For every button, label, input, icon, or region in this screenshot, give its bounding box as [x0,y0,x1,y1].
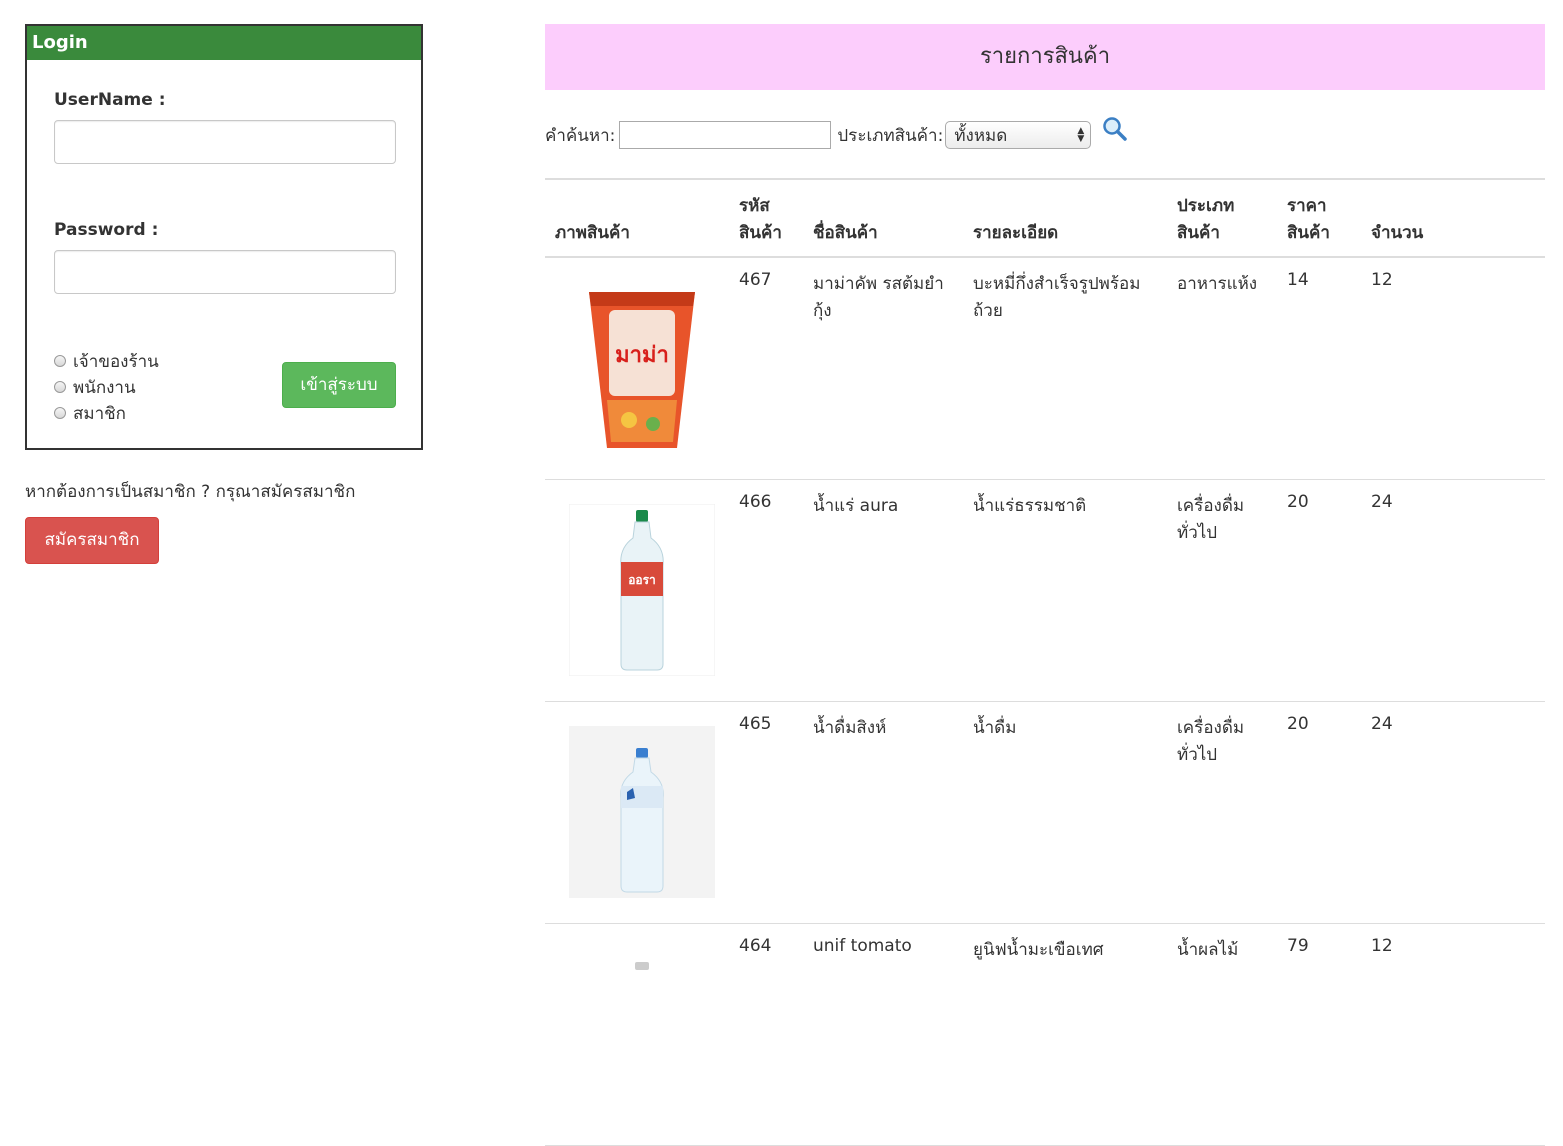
register-prompt: หากต้องการเป็นสมาชิก ? กรุณาสมัครสมาชิก [25,482,356,502]
table-row: ออรา 466 น้ำแร่ aura น้ำแร่ธรรมชาติ เครื… [545,479,1545,702]
bottle-label: ออรา [628,573,656,587]
product-image-cell: ออรา [545,479,729,702]
product-image-cell: มาม่า [545,257,729,480]
product-name: น้ำแร่ aura [803,479,963,702]
login-panel: Login UserName : Password : เจ้าของร้าน … [25,24,423,450]
product-category: เครื่องดื่มทั่วไป [1167,479,1277,702]
product-image-cell [545,923,729,1146]
table-row: 464 unif tomato ยูนิฟน้ำมะเขือเทศ น้ำผลไ… [545,923,1545,1146]
water-bottle-image: ออรา [568,503,716,676]
product-name: น้ำดื่มสิงห์ [803,701,963,924]
product-qty: 24 [1361,479,1545,702]
column-header: ภาพสินค้า [545,178,729,258]
product-qty: 12 [1361,257,1545,480]
column-header: รหัส สินค้า [729,178,803,258]
product-id: 467 [729,257,803,480]
username-label: UserName : [54,90,166,110]
svg-text:มาม่า: มาม่า [615,343,669,368]
category-selected: ทั้งหมด [954,125,1008,146]
password-label: Password : [54,220,159,240]
search-icon[interactable] [1101,115,1129,148]
username-input[interactable] [54,120,396,164]
login-header: Login [27,26,421,60]
product-detail: ยูนิฟน้ำมะเขือเทศ [963,923,1167,1146]
product-id: 464 [729,923,803,1146]
login-button[interactable]: เข้าสู่ระบบ [282,362,396,408]
column-header: ราคาสินค้า [1277,178,1361,258]
select-arrows-icon: ▲ ▼ [1077,126,1085,144]
product-price: 14 [1277,257,1361,480]
product-category: น้ำผลไม้ [1167,923,1277,1146]
search-label: คำค้นหา: [545,125,616,146]
column-header: รายละเอียด [963,178,1167,258]
radio-button[interactable] [54,355,66,367]
column-header: ประเภทสินค้า [1167,178,1277,258]
product-image-cell [545,701,729,924]
search-bar: คำค้นหา: ประเภทสินค้า: ทั้งหมด ▲ ▼ [545,115,1129,152]
water-bottle-image [569,725,715,898]
juice-image [569,948,715,1120]
register-button[interactable]: สมัครสมาชิก [25,517,159,564]
column-header: ชื่อสินค้า [803,178,963,258]
noodle-cup-image: มาม่า [569,282,715,454]
category-label: ประเภทสินค้า: [837,125,944,146]
product-price: 79 [1277,923,1361,1146]
products-table: ภาพสินค้า รหัส สินค้า ชื่อสินค้า รายละเอ… [545,178,1545,1146]
category-select[interactable]: ทั้งหมด ▲ ▼ [945,121,1092,149]
table-header-row: ภาพสินค้า รหัส สินค้า ชื่อสินค้า รายละเอ… [545,178,1545,258]
search-input[interactable] [619,121,832,149]
page-title: รายการสินค้า [545,24,1545,90]
product-qty: 24 [1361,701,1545,924]
role-radio-group: เจ้าของร้าน พนักงาน สมาชิก [54,348,159,426]
product-detail: บะหมี่กึ่งสำเร็จรูปพร้อมถ้วย [963,257,1167,480]
role-label: เจ้าของร้าน [73,351,159,372]
product-qty: 12 [1361,923,1545,1146]
product-name: มาม่าคัพ รสต้มยำกุ้ง [803,257,963,480]
radio-button[interactable] [54,407,66,419]
product-name: unif tomato [803,923,963,1146]
product-category: อาหารแห้ง [1167,257,1277,480]
role-option-owner[interactable]: เจ้าของร้าน [54,348,159,374]
column-header: จำนวน [1361,178,1545,258]
product-id: 466 [729,479,803,702]
role-label: พนักงาน [73,377,136,398]
product-id: 465 [729,701,803,924]
table-row: มาม่า 467 มาม่าคัพ รสต้มยำกุ้ง บะหมี่กึ่… [545,257,1545,480]
password-input[interactable] [54,250,396,294]
product-category: เครื่องดื่มทั่วไป [1167,701,1277,924]
product-detail: น้ำดื่ม [963,701,1167,924]
role-label: สมาชิก [73,403,126,424]
table-row: 465 น้ำดื่มสิงห์ น้ำดื่ม เครื่องดื่มทั่ว… [545,701,1545,924]
product-price: 20 [1277,479,1361,702]
product-detail: น้ำแร่ธรรมชาติ [963,479,1167,702]
product-price: 20 [1277,701,1361,924]
radio-button[interactable] [54,381,66,393]
role-option-member[interactable]: สมาชิก [54,400,159,426]
role-option-staff[interactable]: พนักงาน [54,374,159,400]
